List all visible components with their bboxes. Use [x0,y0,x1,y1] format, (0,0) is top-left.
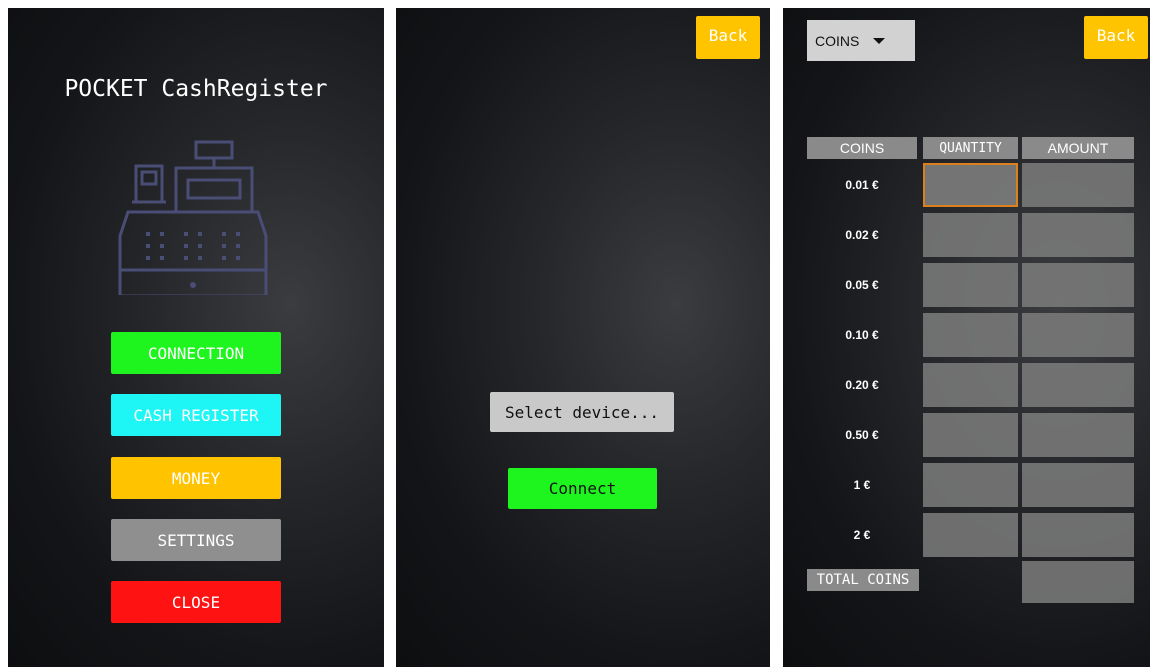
amount-field [1022,263,1134,307]
table-row: 0.05 € [783,263,1150,307]
amount-field [1022,463,1134,507]
amount-field [1022,513,1134,557]
quantity-input[interactable] [923,213,1018,257]
quantity-input[interactable] [923,463,1018,507]
amount-field [1022,363,1134,407]
coin-label: 0.01 € [845,178,879,192]
column-header-coins: COINS [807,137,917,159]
app-title: POCKET CashRegister [64,76,328,102]
connection-screen: Back Select device... Connect [396,8,770,667]
amount-field [1022,213,1134,257]
total-coins-field [1022,561,1134,603]
device-select[interactable]: Select device... [490,392,674,432]
quantity-input[interactable] [923,163,1018,207]
table-row: 0.10 € [783,313,1150,357]
column-header-amount: AMOUNT [1022,137,1134,159]
quantity-input[interactable] [923,313,1018,357]
column-header-quantity: QUANTITY [923,137,1018,159]
chevron-down-icon [873,37,886,44]
cash-register-button[interactable]: CASH REGISTER [111,394,281,436]
coin-label: 0.02 € [845,228,879,242]
coin-label: 0.05 € [845,278,879,292]
quantity-input[interactable] [923,363,1018,407]
dropdown-value: COINS [815,32,860,49]
table-row: 2 € [783,513,1150,557]
main-menu-screen: POCKET CashRegister CONNECTION CASH REGI… [8,8,384,667]
quantity-input[interactable] [923,263,1018,307]
close-button[interactable]: CLOSE [111,581,281,623]
table-row: 1 € [783,463,1150,507]
connect-button[interactable]: Connect [508,468,657,509]
table-row: 0.01 € [783,163,1150,207]
total-coins-label: TOTAL COINS [807,569,919,591]
amount-field [1022,313,1134,357]
coin-label: 0.10 € [845,328,879,342]
connection-button[interactable]: CONNECTION [111,332,281,374]
money-button[interactable]: MONEY [111,457,281,499]
back-button[interactable]: Back [1084,16,1148,59]
back-button[interactable]: Back [696,16,760,59]
coin-label: 2 € [853,528,871,542]
settings-button[interactable]: SETTINGS [111,519,281,561]
table-row: 0.50 € [783,413,1150,457]
coin-label: 0.50 € [845,428,879,442]
coin-label: 0.20 € [845,378,879,392]
money-screen: COINS Back COINS QUANTITY AMOUNT 0.01 € … [783,8,1150,667]
amount-field [1022,163,1134,207]
quantity-input[interactable] [923,413,1018,457]
currency-type-dropdown[interactable]: COINS [807,20,915,61]
coin-label: 1 € [853,478,871,492]
table-row: 0.20 € [783,363,1150,407]
cash-register-icon [118,140,268,295]
amount-field [1022,413,1134,457]
quantity-input[interactable] [923,513,1018,557]
table-row: 0.02 € [783,213,1150,257]
